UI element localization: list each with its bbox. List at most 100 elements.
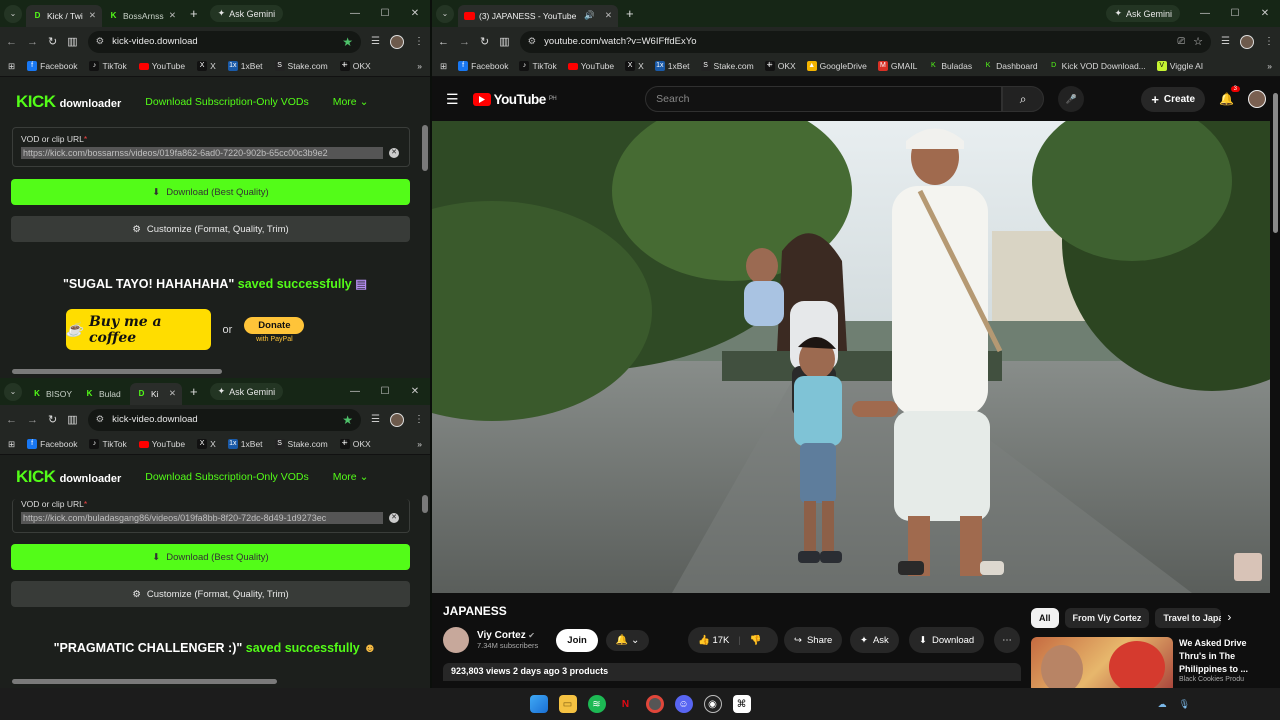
vod-url-field[interactable]: VOD or clip URL* https://kick.com/bulada…: [12, 499, 410, 533]
ask-gemini-button[interactable]: ✦ Ask Gemini: [1106, 5, 1180, 22]
spotify-icon[interactable]: ≋: [587, 695, 606, 713]
new-tab-icon[interactable]: +: [190, 6, 198, 21]
bookmark-facebook[interactable]: f Facebook: [27, 61, 77, 71]
search-button[interactable]: ⌕: [1002, 86, 1045, 112]
buy-me-a-coffee-button[interactable]: ☕ Buy me a coffee: [65, 309, 211, 350]
bookmark-star-icon[interactable]: ★: [342, 35, 353, 49]
create-button[interactable]: + Create: [1141, 86, 1206, 112]
clear-input-icon[interactable]: ✕: [389, 148, 399, 158]
tab-kick-download[interactable]: D Ki ✕: [130, 382, 182, 405]
channel-name[interactable]: Viy Cortez: [477, 630, 526, 641]
capcut-icon[interactable]: ⌘: [732, 695, 751, 713]
bookmark-1xbet[interactable]: 1x 1xBet: [654, 61, 690, 71]
download-best-quality-button[interactable]: ⬇ Download (Best Quality): [11, 544, 410, 570]
horizontal-scrollbar[interactable]: [12, 679, 277, 684]
close-window-icon[interactable]: ✕: [400, 386, 430, 397]
bookmark-dashboard[interactable]: K Dashboard: [983, 61, 1038, 71]
channel-avatar[interactable]: [443, 627, 469, 653]
chip-from-channel[interactable]: From Viy Cortez: [1064, 608, 1150, 628]
notifications-button[interactable]: 🔔 3: [1219, 86, 1240, 106]
reload-icon[interactable]: ↻: [480, 35, 489, 48]
close-tab-icon[interactable]: ✕: [169, 388, 176, 399]
chip-all[interactable]: All: [1031, 608, 1059, 628]
split-view-icon[interactable]: ▥: [67, 35, 77, 48]
obs-icon[interactable]: ◉: [703, 695, 722, 713]
kick-downloader-logo[interactable]: KICK downloader: [16, 92, 121, 112]
subscribed-bell-button[interactable]: 🔔 ⌄: [605, 629, 650, 651]
bookmark-stake[interactable]: S Stake.com: [700, 61, 754, 71]
split-view-icon[interactable]: ▥: [67, 413, 77, 426]
site-info-icon[interactable]: ⚙: [528, 36, 537, 47]
windows-start-icon[interactable]: [529, 695, 548, 713]
bookmark-star-icon[interactable]: ☆: [1193, 35, 1203, 48]
minimize-icon[interactable]: —: [340, 386, 370, 397]
forward-icon[interactable]: →: [459, 36, 470, 48]
dislike-button[interactable]: 👎: [750, 635, 762, 646]
more-menu[interactable]: More ⌄: [333, 96, 369, 108]
tab-search-button[interactable]: ⌄: [4, 4, 22, 23]
tab-youtube[interactable]: (3) JAPANESS - YouTube 🔊 ✕: [458, 4, 618, 27]
vod-url-input[interactable]: https://kick.com/bossarnss/videos/019fa8…: [21, 147, 383, 159]
chip-travel-japan[interactable]: Travel to Japan: [1155, 608, 1222, 628]
apps-icon[interactable]: ⊞: [8, 439, 15, 450]
video-player[interactable]: [432, 121, 1270, 593]
maximize-icon[interactable]: ☐: [370, 8, 400, 19]
maximize-icon[interactable]: ☐: [1220, 8, 1250, 19]
minimize-icon[interactable]: —: [1190, 8, 1220, 19]
file-explorer-icon[interactable]: ▭: [558, 695, 577, 713]
join-button[interactable]: Join: [556, 628, 598, 652]
bookmark-1xbet[interactable]: 1x 1xBet: [227, 61, 263, 71]
bookmark-googledrive[interactable]: ▲ GoogleDrive: [806, 61, 867, 71]
install-app-icon[interactable]: ⎚: [1178, 36, 1186, 47]
menu-hamburger-icon[interactable]: ☰: [446, 91, 459, 108]
extensions-icon[interactable]: ☰: [371, 36, 380, 47]
download-button[interactable]: ⬇ Download: [909, 627, 985, 653]
bookmark-tiktok[interactable]: ♪ TikTok: [89, 439, 127, 449]
bookmark-viggle[interactable]: V Viggle AI: [1156, 61, 1203, 71]
bookmark-tiktok[interactable]: ♪ TikTok: [89, 61, 127, 71]
site-info-icon[interactable]: ⚙: [96, 36, 105, 47]
more-bookmarks-icon[interactable]: »: [417, 61, 422, 71]
microphone-tray-icon[interactable]: 🎙: [1179, 699, 1190, 710]
reload-icon[interactable]: ↻: [48, 413, 57, 426]
close-window-icon[interactable]: ✕: [400, 8, 430, 19]
new-tab-icon[interactable]: +: [190, 384, 198, 399]
vertical-scrollbar[interactable]: [1273, 93, 1278, 233]
paypal-donate[interactable]: Donate with PayPal: [244, 316, 305, 343]
apps-icon[interactable]: ⊞: [8, 61, 15, 72]
forward-icon[interactable]: →: [27, 414, 38, 426]
download-best-quality-button[interactable]: ⬇ Download (Best Quality): [11, 179, 410, 205]
extensions-icon[interactable]: ☰: [371, 414, 380, 425]
donate-button[interactable]: Donate: [244, 316, 305, 334]
maximize-icon[interactable]: ☐: [370, 386, 400, 397]
bookmark-kick-vod[interactable]: D Kick VOD Download...: [1049, 61, 1146, 71]
vertical-scrollbar[interactable]: [422, 125, 428, 171]
new-tab-icon[interactable]: +: [626, 6, 634, 21]
bookmark-youtube[interactable]: YouTube: [567, 61, 614, 71]
close-window-icon[interactable]: ✕: [1250, 8, 1280, 19]
menu-icon[interactable]: ⋮: [414, 36, 424, 47]
bookmark-okx[interactable]: ⁜ OKX: [339, 61, 371, 71]
close-tab-icon[interactable]: ✕: [169, 10, 176, 21]
more-menu[interactable]: More ⌄: [333, 471, 369, 483]
tab-kick-twitch[interactable]: D Kick / Twi ✕: [26, 4, 102, 27]
bookmark-star-icon[interactable]: ★: [342, 413, 353, 427]
subscription-vods-link[interactable]: Download Subscription-Only VODs: [145, 96, 308, 108]
account-avatar[interactable]: [1248, 90, 1266, 108]
like-button[interactable]: 👍 17K: [698, 635, 729, 646]
more-bookmarks-icon[interactable]: »: [1267, 61, 1272, 71]
vod-url-field[interactable]: VOD or clip URL* https://kick.com/bossar…: [12, 127, 410, 167]
apps-icon[interactable]: ⊞: [440, 61, 447, 72]
customize-button[interactable]: ⚙ Customize (Format, Quality, Trim): [11, 216, 410, 242]
vertical-scrollbar[interactable]: [422, 495, 428, 513]
discord-icon[interactable]: ☺: [674, 695, 693, 713]
horizontal-scrollbar[interactable]: [12, 369, 222, 374]
bookmark-gmail[interactable]: M GMAIL: [877, 61, 917, 71]
customize-button[interactable]: ⚙ Customize (Format, Quality, Trim): [11, 581, 410, 607]
bookmark-youtube[interactable]: YouTube: [138, 439, 185, 449]
address-bar[interactable]: ⚙ youtube.com/watch?v=W6IFffdExYo ⎚ ☆: [519, 30, 1212, 53]
chevron-right-icon[interactable]: ›: [1227, 608, 1231, 628]
address-bar[interactable]: ⚙ kick-video.download ★: [87, 30, 362, 53]
bookmark-stake[interactable]: S Stake.com: [274, 61, 328, 71]
ask-gemini-button[interactable]: ✦ Ask Gemini: [209, 383, 284, 400]
